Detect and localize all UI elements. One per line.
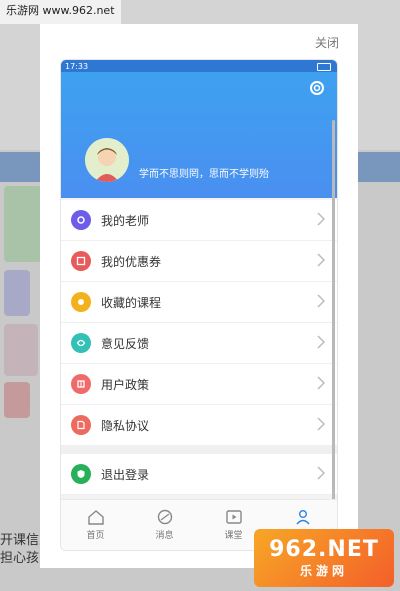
classroom-icon: [225, 510, 242, 524]
tab-label: 课堂: [224, 531, 243, 541]
chevron-right-icon: [317, 253, 325, 267]
home-icon: [87, 510, 104, 525]
chevron-right-icon: [317, 376, 325, 390]
menu-item-feedback[interactable]: 意见反馈: [61, 323, 337, 364]
watermark-site: 乐游网 www.962.net: [0, 0, 121, 24]
menu-divider: [61, 446, 337, 454]
avatar-icon: [85, 138, 129, 182]
menu-item-label: 收藏的课程: [101, 295, 162, 310]
chevron-right-icon: [317, 212, 325, 226]
menu-item-label: 我的老师: [101, 213, 150, 228]
battery-icon: [317, 63, 331, 71]
menu-item-user-policy[interactable]: 用户政策: [61, 364, 337, 405]
menu-item-label: 用户政策: [101, 377, 150, 392]
logout-icon: [71, 464, 91, 484]
chevron-right-icon: [317, 294, 325, 308]
user-policy-icon: [71, 374, 91, 394]
background-tile: [4, 270, 30, 316]
status-time: 17:33: [65, 61, 89, 71]
watermark-logo-text: 962.NET: [269, 537, 379, 562]
profile-motto: 学而不思则罔，思而不学则殆: [139, 169, 269, 180]
tab-label: 首页: [86, 531, 105, 541]
background-tile: [4, 324, 38, 376]
tab-label: 消息: [155, 531, 174, 541]
background-tile: [4, 382, 30, 418]
chevron-right-icon: [317, 417, 325, 431]
profile-header: 学而不思则罔，思而不学则殆: [61, 72, 337, 198]
watermark-logo-sub: 乐游网: [299, 564, 348, 578]
status-bar: 17:33: [61, 60, 337, 72]
message-icon: [157, 509, 172, 525]
scrollbar[interactable]: [332, 120, 335, 530]
menu-item-favorite-courses[interactable]: 收藏的课程: [61, 282, 337, 323]
teacher-icon: [71, 210, 91, 230]
coupon-icon: [71, 251, 91, 271]
preview-modal: 关闭 17:33 学而不思则罔，思而不学则殆 我的老师 我的优惠券 收藏的课程 …: [40, 24, 358, 568]
close-button[interactable]: 关闭: [315, 34, 339, 51]
menu-item-label: 隐私协议: [101, 418, 150, 433]
favorite-course-icon: [71, 292, 91, 312]
menu-list: 我的老师 我的优惠券 收藏的课程 意见反馈 用户政策 隐私协议 退出登录: [61, 200, 337, 495]
feedback-icon: [71, 333, 91, 353]
logout-button[interactable]: 退出登录: [61, 454, 337, 495]
menu-item-privacy[interactable]: 隐私协议: [61, 405, 337, 446]
settings-icon[interactable]: [307, 78, 327, 98]
profile-icon: [295, 510, 310, 525]
tab-messages[interactable]: 消息: [130, 500, 199, 550]
menu-item-my-teacher[interactable]: 我的老师: [61, 200, 337, 241]
menu-item-label: 意见反馈: [101, 336, 150, 351]
avatar[interactable]: [85, 138, 129, 182]
phone-screenshot: 17:33 学而不思则罔，思而不学则殆 我的老师 我的优惠券 收藏的课程 意见反…: [60, 59, 338, 551]
background-tile: [4, 186, 42, 262]
menu-item-my-coupons[interactable]: 我的优惠券: [61, 241, 337, 282]
watermark-logo: 962.NET 乐游网: [254, 529, 394, 587]
tab-home[interactable]: 首页: [61, 500, 130, 550]
chevron-right-icon: [317, 466, 325, 480]
chevron-right-icon: [317, 335, 325, 349]
logout-label: 退出登录: [101, 467, 150, 482]
privacy-icon: [71, 415, 91, 435]
menu-item-label: 我的优惠券: [101, 254, 162, 269]
